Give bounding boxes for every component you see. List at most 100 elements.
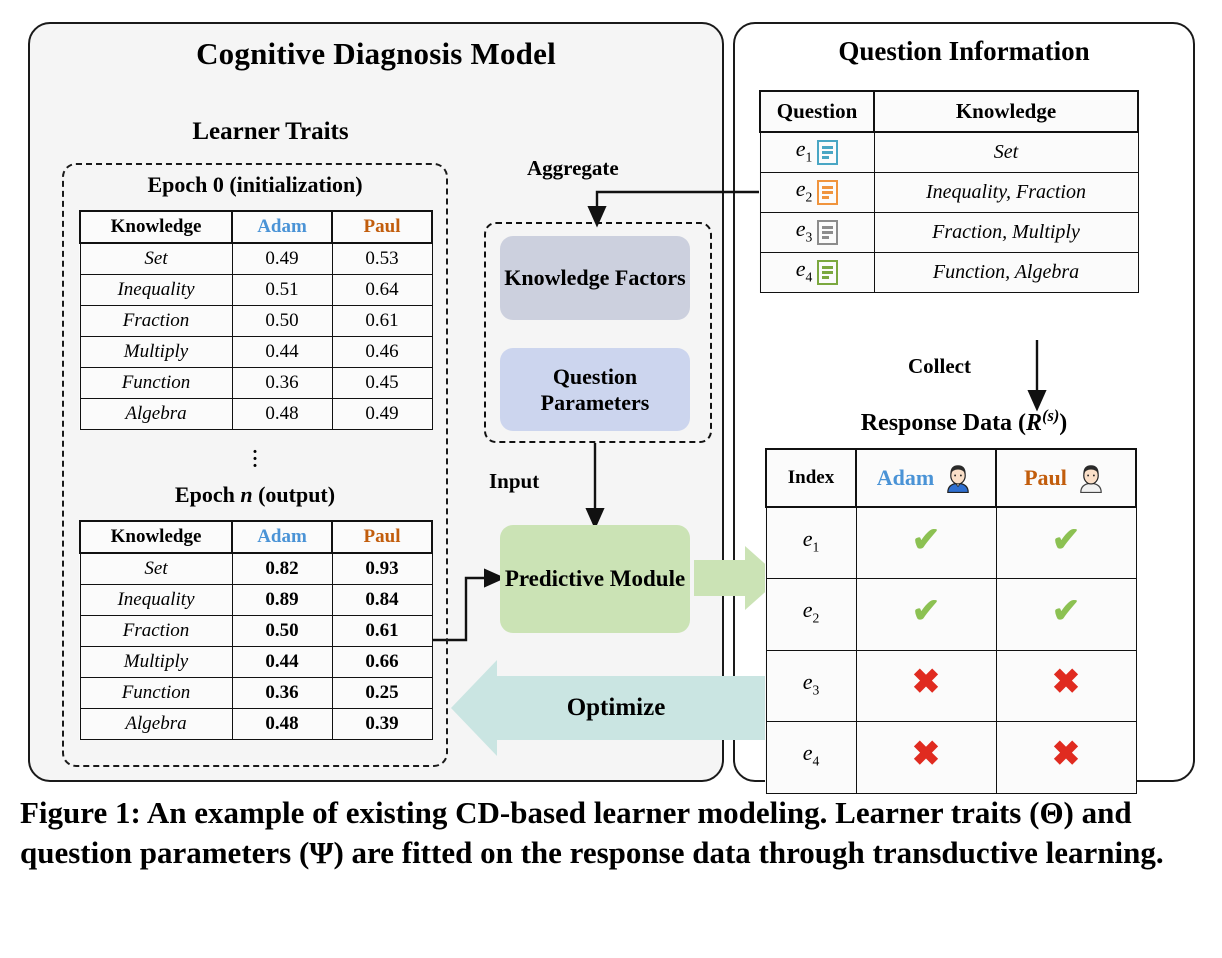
paul-response-cell: ✖ (995, 721, 1137, 794)
epoch-n-label: Epoch n (output) (62, 482, 448, 508)
table-row: e2 Inequality, Fraction (759, 172, 1139, 213)
knowledge-cell: Fraction (79, 305, 233, 337)
paul-value: 0.64 (331, 274, 433, 306)
col-knowledge: Knowledge (873, 90, 1139, 133)
table-row: Algebra 0.48 0.49 (79, 398, 433, 430)
collect-label: Collect (908, 354, 971, 378)
document-lines-icon (817, 180, 839, 205)
knowledge-cell: Function (79, 367, 233, 399)
adam-value: 0.48 (231, 708, 333, 740)
adam-value: 0.51 (231, 274, 333, 306)
response-data-title: Response Data (R(s)) (733, 406, 1195, 437)
knowledge-cell: Algebra (79, 398, 233, 430)
paul-value: 0.53 (331, 242, 433, 275)
page-title: Cognitive Diagnosis Model (196, 36, 556, 71)
adam-name-label: Adam (876, 465, 935, 490)
question-id-label: e4 (795, 255, 813, 285)
response-index-cell: e4 (765, 721, 857, 794)
table-row: Inequality 0.51 0.64 (79, 274, 433, 306)
optimize-arrow-label: Optimize (566, 694, 666, 721)
input-label: Input (489, 469, 540, 493)
adam-value: 0.44 (231, 336, 333, 368)
col-knowledge: Knowledge (79, 210, 233, 244)
col-adam: Adam (231, 520, 333, 554)
paul-value: 0.61 (331, 305, 433, 337)
avatar-adam-icon (941, 461, 975, 495)
knowledge-cell: Inequality (79, 274, 233, 306)
adam-value: 0.36 (231, 677, 333, 709)
document-lines-icon (817, 260, 839, 285)
epoch-n-table: Knowledge Adam Paul Set 0.82 0.93 Inequali… (79, 520, 433, 740)
question-id-cell: e1 (759, 131, 875, 173)
figure-canvas: Cognitive Diagnosis Model Question Infor… (0, 0, 1222, 958)
adam-value: 0.44 (231, 646, 333, 678)
table-row: Inequality 0.89 0.84 (79, 584, 433, 616)
paul-value: 0.39 (331, 708, 433, 740)
knowledge-cell: Inequality (79, 584, 233, 616)
question-parameters-box[interactable]: Question Parameters (500, 348, 690, 431)
response-title-var: R (1026, 410, 1043, 436)
predictive-module-box[interactable]: Predictive Module (500, 525, 690, 633)
paul-value: 0.45 (331, 367, 433, 399)
adam-value: 0.49 (231, 242, 333, 275)
col-adam: Adam (231, 210, 333, 244)
adam-response-cell: ✖ (855, 721, 997, 794)
knowledge-cell: Multiply (79, 646, 233, 678)
cross-icon: ✖ (911, 664, 941, 702)
paul-value: 0.46 (331, 336, 433, 368)
paul-response-cell: ✖ (995, 649, 1137, 723)
document-lines-icon (817, 140, 839, 165)
question-knowledge-cell: Inequality, Fraction (873, 172, 1139, 213)
paul-name-label: Paul (1024, 465, 1067, 490)
knowledge-cell: Set (79, 242, 233, 275)
knowledge-cell: Set (79, 552, 233, 585)
table-row: Multiply 0.44 0.46 (79, 336, 433, 368)
response-title-sup: (s) (1042, 406, 1060, 425)
table-row: e3 ✖ ✖ (765, 649, 1137, 723)
adam-value: 0.36 (231, 367, 333, 399)
response-data-table: Index Adam Paul e1 ✔ ✔ e2 ✔ ✔ e3 ✖ ✖ e4 … (765, 448, 1137, 794)
table-row: Multiply 0.44 0.66 (79, 646, 433, 678)
response-index-cell: e3 (765, 649, 857, 723)
cross-icon: ✖ (1051, 735, 1081, 773)
adam-value: 0.48 (231, 398, 333, 430)
learner-traits-title: Learner Traits (192, 118, 349, 145)
check-icon: ✔ (911, 593, 941, 631)
table-row: e1 ✔ ✔ (765, 506, 1137, 580)
question-id-label: e1 (802, 526, 820, 555)
table-row: e3 Fraction, Multiply (759, 212, 1139, 253)
check-icon: ✔ (1051, 593, 1081, 631)
table-header-row: Knowledge Adam Paul (79, 520, 433, 554)
knowledge-factors-box[interactable]: Knowledge Factors (500, 236, 690, 320)
paul-value: 0.61 (331, 615, 433, 647)
response-index-cell: e1 (765, 506, 857, 580)
table-row: Set 0.49 0.53 (79, 242, 433, 275)
question-information-table: Question Knowledge e1 Set e2 Inequality, Fr… (759, 90, 1139, 293)
col-paul: Paul (995, 448, 1137, 508)
epoch-n-var: n (240, 482, 253, 507)
table-header-row: Index Adam Paul (765, 448, 1137, 508)
cross-icon: ✖ (1051, 664, 1081, 702)
check-icon: ✔ (911, 521, 941, 559)
paul-value: 0.49 (331, 398, 433, 430)
question-id-label: e4 (802, 740, 820, 769)
cross-icon: ✖ (911, 735, 941, 773)
response-index-cell: e2 (765, 578, 857, 651)
vertical-ellipsis: . . . (62, 438, 448, 471)
col-paul: Paul (331, 210, 433, 244)
epoch-0-label: Epoch 0 (initialization) (147, 172, 363, 197)
response-title-end: ) (1059, 410, 1068, 436)
table-header-row: Question Knowledge (759, 90, 1139, 133)
question-information-title: Question Information (838, 36, 1090, 66)
question-id-cell: e2 (759, 172, 875, 213)
table-row: Function 0.36 0.45 (79, 367, 433, 399)
adam-value: 0.50 (231, 615, 333, 647)
table-header-row: Knowledge Adam Paul (79, 210, 433, 244)
check-icon: ✔ (1051, 521, 1081, 559)
adam-value: 0.82 (231, 552, 333, 585)
figure-caption: Figure 1: An example of existing CD-base… (20, 795, 1164, 870)
col-adam: Adam (855, 448, 997, 508)
adam-response-cell: ✔ (855, 578, 997, 651)
col-question: Question (759, 90, 875, 133)
question-knowledge-cell: Fraction, Multiply (873, 212, 1139, 253)
